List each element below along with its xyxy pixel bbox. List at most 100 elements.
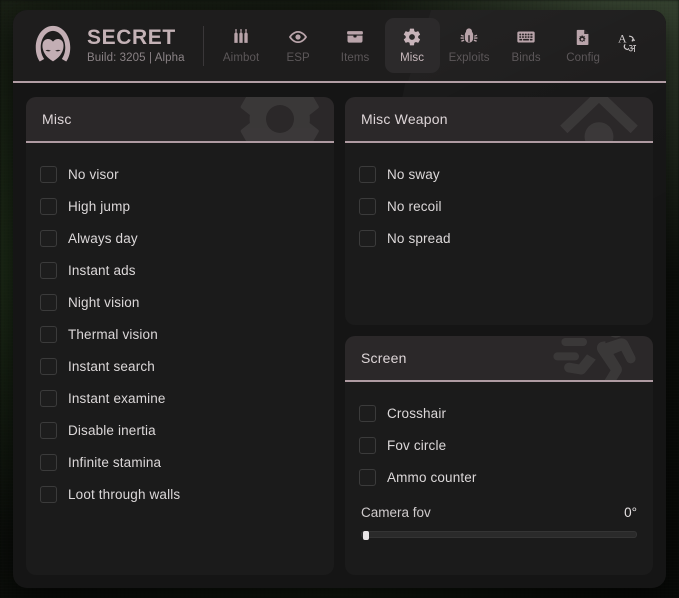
checkbox-label: Instant ads xyxy=(68,262,136,278)
checkbox-row-no-spread[interactable]: No spread xyxy=(359,222,639,254)
panel-title: Misc Weapon xyxy=(361,111,448,127)
panel-misc-weapon: Misc Weapon No sway No recoil No spread xyxy=(345,97,653,325)
tab-content-misc: Misc No visor High jump Always day Insta… xyxy=(13,83,666,588)
checkbox[interactable] xyxy=(40,357,57,375)
panel-misc-body: No visor High jump Always day Instant ad… xyxy=(26,143,334,575)
main-navigation: Aimbot ESP Items Misc Exploits Binds Con… xyxy=(214,18,611,73)
bug-icon xyxy=(459,27,479,47)
panel-screen-header: Screen xyxy=(345,336,653,380)
checkbox-row-loot-through-walls[interactable]: Loot through walls xyxy=(40,478,320,510)
brand-name: SECRET xyxy=(87,25,176,49)
checkbox-label: Infinite stamina xyxy=(68,454,162,470)
checkbox-label: Crosshair xyxy=(387,405,447,421)
checkbox-row-fov-circle[interactable]: Fov circle xyxy=(359,429,639,461)
tab-label: ESP xyxy=(286,52,310,64)
checkbox[interactable] xyxy=(40,197,57,215)
slider-thumb[interactable] xyxy=(363,531,369,540)
checkbox-row-ammo-counter[interactable]: Ammo counter xyxy=(359,461,639,493)
tab-label: Config xyxy=(566,52,601,64)
panel-accent-rule xyxy=(26,141,334,143)
checkbox[interactable] xyxy=(40,453,57,471)
left-column: Misc No visor High jump Always day Insta… xyxy=(26,97,334,575)
checkbox-row-infinite-stamina[interactable]: Infinite stamina xyxy=(40,446,320,478)
panel-title: Misc xyxy=(42,111,72,127)
bullets-icon xyxy=(231,27,251,47)
file-gear-icon xyxy=(573,27,593,47)
checkbox-label: Ammo counter xyxy=(387,469,477,485)
header-divider xyxy=(202,25,204,66)
tab-items[interactable]: Items xyxy=(328,18,383,73)
slider-value: 0° xyxy=(624,505,637,520)
eye-icon xyxy=(288,27,308,47)
checkbox-row-instant-examine[interactable]: Instant examine xyxy=(40,382,320,414)
slider-camera-fov: Camera fov 0° xyxy=(359,505,639,540)
checkbox-row-thermal-vision[interactable]: Thermal vision xyxy=(40,318,320,350)
checkbox-label: No spread xyxy=(387,230,451,246)
checkbox-label: No recoil xyxy=(387,198,442,214)
checkbox[interactable] xyxy=(359,404,376,422)
tab-binds[interactable]: Binds xyxy=(499,18,554,73)
brand: SECRET Build: 3205 | Alpha xyxy=(13,23,185,69)
checkbox-label: Night vision xyxy=(68,294,140,310)
gear-watermark-icon xyxy=(232,97,328,141)
checkbox[interactable] xyxy=(40,261,57,279)
briefcase-icon xyxy=(345,27,365,47)
checkbox-row-high-jump[interactable]: High jump xyxy=(40,190,320,222)
checkbox[interactable] xyxy=(359,229,376,247)
checkbox[interactable] xyxy=(40,421,57,439)
checkbox-row-night-vision[interactable]: Night vision xyxy=(40,286,320,318)
panel-screen-body: Crosshair Fov circle Ammo counter Camera… xyxy=(345,382,653,575)
checkbox-row-no-visor[interactable]: No visor xyxy=(40,158,320,190)
keyboard-icon xyxy=(516,27,536,47)
checkbox-label: No visor xyxy=(68,166,119,182)
checkbox[interactable] xyxy=(40,229,57,247)
checkbox-label: No sway xyxy=(387,166,440,182)
checkbox-row-disable-inertia[interactable]: Disable inertia xyxy=(40,414,320,446)
hooded-figure-logo-icon xyxy=(30,23,76,69)
panel-misc-header: Misc xyxy=(26,97,334,141)
checkbox[interactable] xyxy=(40,389,57,407)
checkbox-row-instant-search[interactable]: Instant search xyxy=(40,350,320,382)
checkbox-label: Instant examine xyxy=(68,390,166,406)
scope-crosshair-watermark-icon xyxy=(551,97,647,141)
panel-misc: Misc No visor High jump Always day Insta… xyxy=(26,97,334,575)
window-header: SECRET Build: 3205 | Alpha Aimbot ESP It… xyxy=(13,10,666,81)
tab-aimbot[interactable]: Aimbot xyxy=(214,18,269,73)
language-switch-button[interactable]: A अ xyxy=(612,29,646,63)
tab-misc[interactable]: Misc xyxy=(384,18,440,73)
checkbox-row-crosshair[interactable]: Crosshair xyxy=(359,397,639,429)
checkbox[interactable] xyxy=(359,197,376,215)
checkbox-row-instant-ads[interactable]: Instant ads xyxy=(40,254,320,286)
tab-esp[interactable]: ESP xyxy=(271,18,326,73)
checkbox[interactable] xyxy=(359,165,376,183)
running-person-watermark-icon xyxy=(551,336,647,380)
checkbox[interactable] xyxy=(40,485,57,503)
checkbox[interactable] xyxy=(40,293,57,311)
checkbox[interactable] xyxy=(359,436,376,454)
checkbox-label: Always day xyxy=(68,230,138,246)
checkbox[interactable] xyxy=(40,325,57,343)
gear-icon xyxy=(402,27,422,47)
tab-exploits[interactable]: Exploits xyxy=(442,18,497,73)
checkbox-label: Fov circle xyxy=(387,437,447,453)
panel-accent-rule xyxy=(345,141,653,143)
panel-misc-weapon-header: Misc Weapon xyxy=(345,97,653,141)
tab-config[interactable]: Config xyxy=(556,18,611,73)
panel-screen: Screen Crosshair Fov circle Ammo counter… xyxy=(345,336,653,575)
checkbox-label: Loot through walls xyxy=(68,486,181,502)
slider-label: Camera fov xyxy=(361,505,431,520)
checkbox[interactable] xyxy=(359,468,376,486)
checkbox-row-no-sway[interactable]: No sway xyxy=(359,158,639,190)
right-column: Misc Weapon No sway No recoil No spread … xyxy=(345,97,653,575)
checkbox[interactable] xyxy=(40,165,57,183)
checkbox-label: Thermal vision xyxy=(68,326,158,342)
translate-language-icon: A अ xyxy=(616,30,642,61)
checkbox-row-no-recoil[interactable]: No recoil xyxy=(359,190,639,222)
panel-accent-rule xyxy=(345,380,653,382)
checkbox-row-always-day[interactable]: Always day xyxy=(40,222,320,254)
slider-header: Camera fov 0° xyxy=(361,505,637,520)
tab-label: Exploits xyxy=(448,52,490,64)
slider-track[interactable] xyxy=(361,531,637,540)
tab-label: Binds xyxy=(511,52,541,64)
brand-build-info: Build: 3205 | Alpha xyxy=(87,52,185,65)
